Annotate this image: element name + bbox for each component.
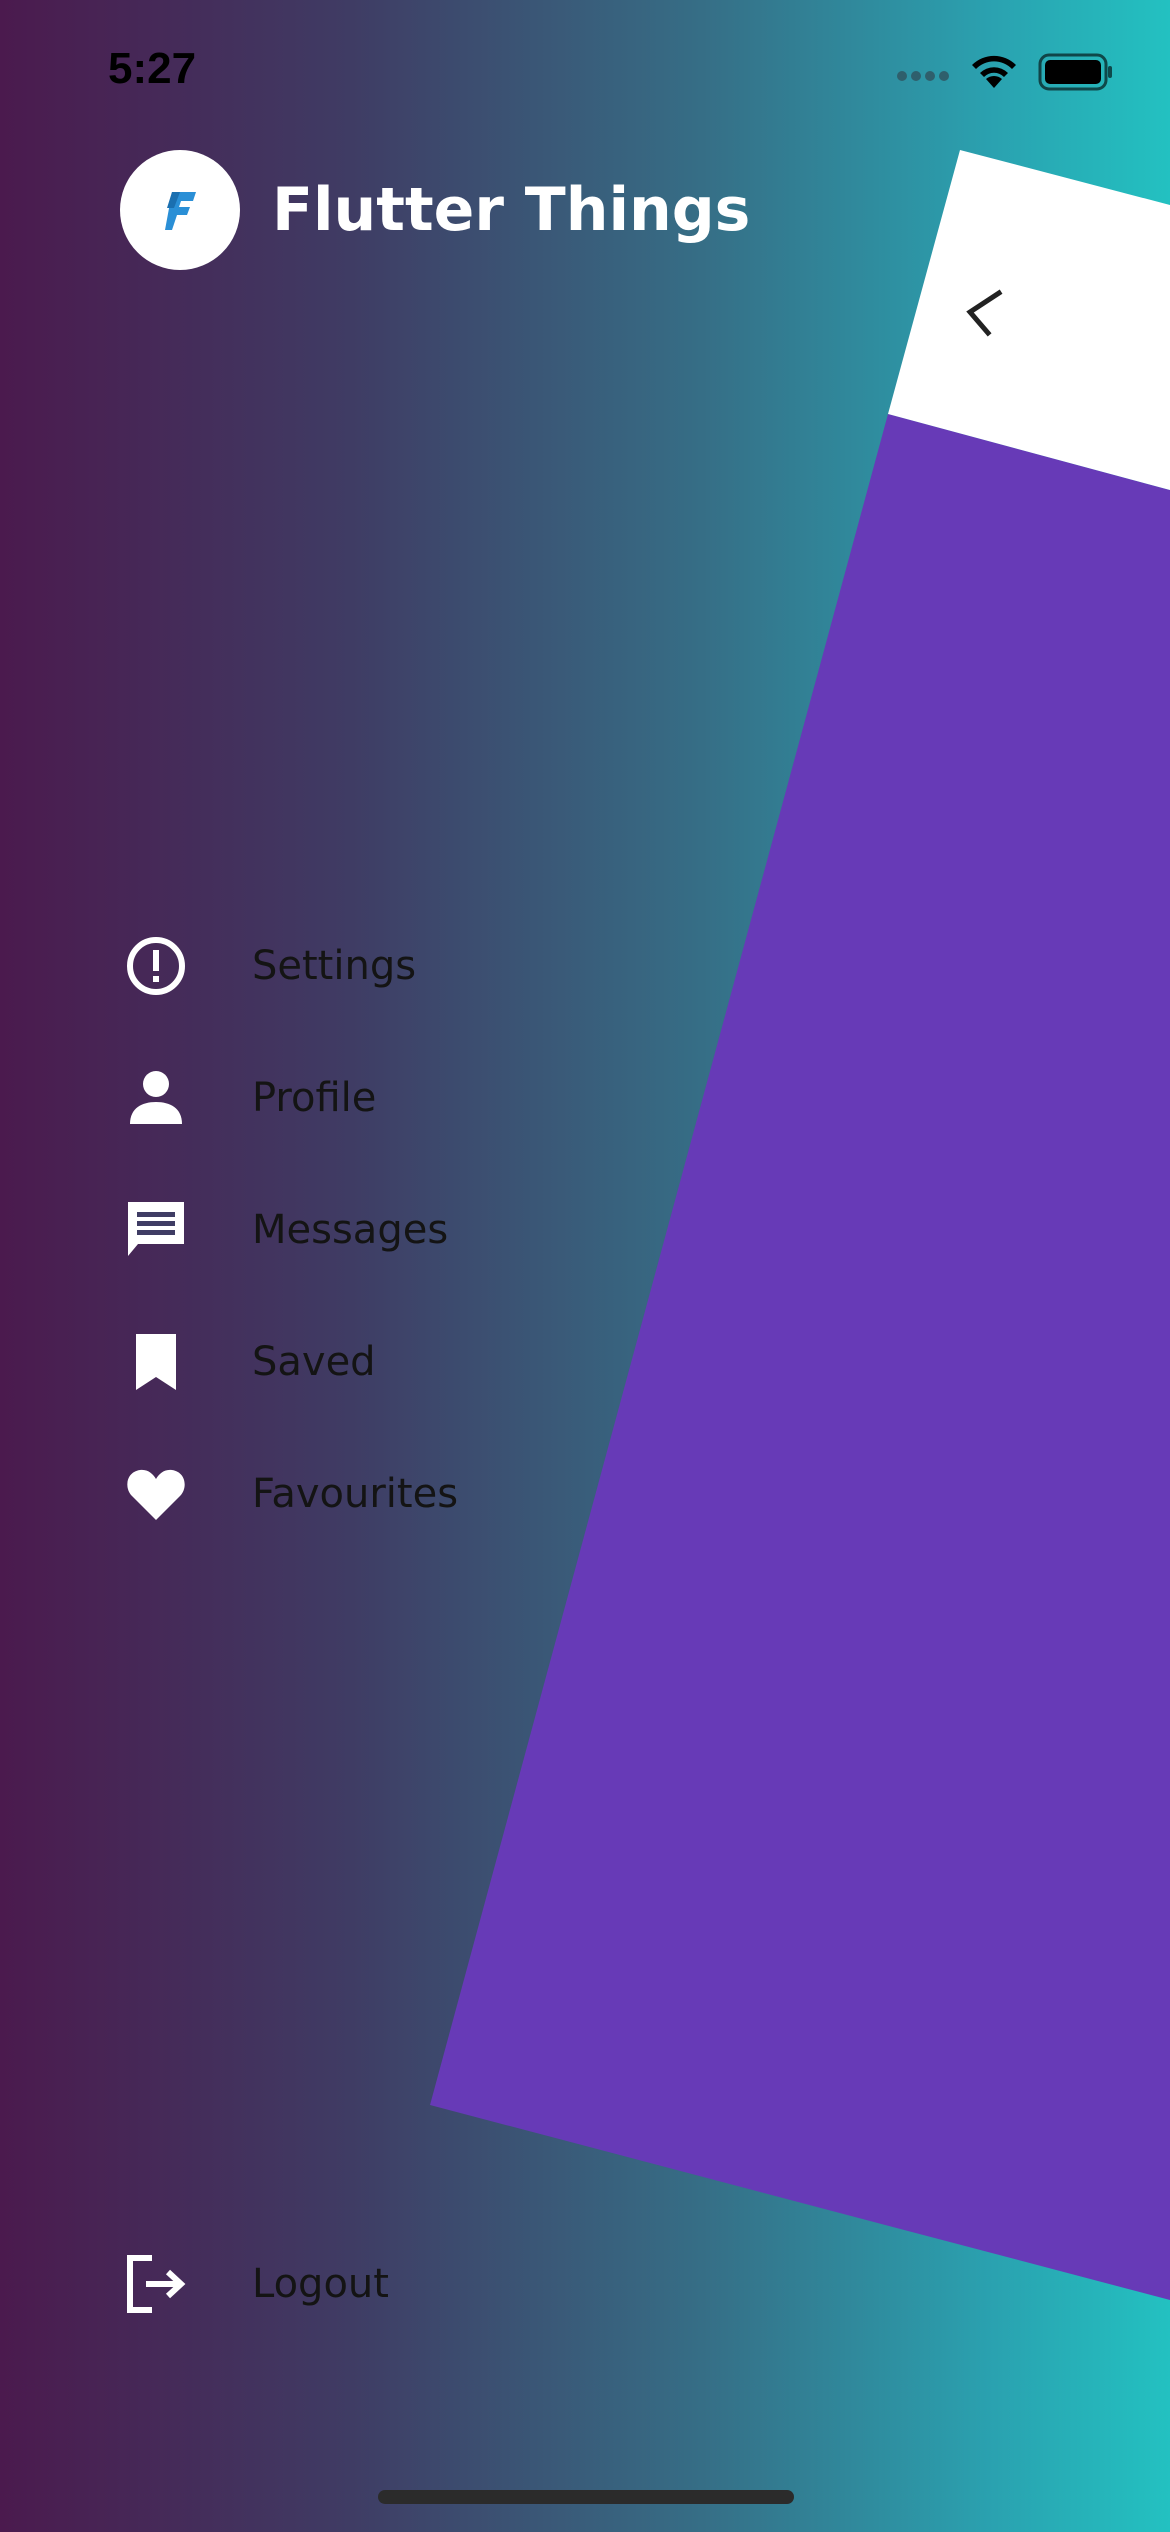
menu-item-label: Favourites	[252, 1471, 459, 1517]
alert-circle-icon	[120, 930, 192, 1002]
cellular-signal-icon	[897, 71, 949, 81]
app-logo	[120, 150, 240, 270]
menu-item-label: Saved	[252, 1339, 376, 1385]
person-icon	[120, 1062, 192, 1134]
menu-item-label: Settings	[252, 943, 417, 989]
menu-item-label: Messages	[252, 1207, 449, 1253]
logout-label: Logout	[252, 2261, 389, 2307]
brand-header: Flutter Things	[120, 150, 750, 270]
menu-item-saved[interactable]: Saved	[120, 1296, 720, 1428]
menu-item-label: Profile	[252, 1075, 377, 1121]
menu-item-favourites[interactable]: Favourites	[120, 1428, 720, 1560]
heart-icon	[120, 1458, 192, 1530]
home-indicator[interactable]	[378, 2490, 794, 2504]
flutter-things-logo-icon	[165, 192, 196, 230]
menu-item-settings[interactable]: Settings	[120, 900, 720, 1032]
menu-item-messages[interactable]: Messages	[120, 1164, 720, 1296]
wifi-icon	[972, 55, 1016, 88]
menu-item-profile[interactable]: Profile	[120, 1032, 720, 1164]
bookmark-icon	[120, 1326, 192, 1398]
drawer-menu: Settings Profile Messages Saved Favourit…	[120, 900, 720, 1560]
logout-button[interactable]: Logout	[120, 2218, 389, 2350]
status-icons	[896, 52, 1114, 92]
battery-icon	[1038, 53, 1112, 91]
message-icon	[120, 1194, 192, 1266]
app-title: Flutter Things	[272, 175, 751, 245]
status-time: 5:27	[108, 44, 197, 93]
logout-icon	[120, 2248, 192, 2320]
